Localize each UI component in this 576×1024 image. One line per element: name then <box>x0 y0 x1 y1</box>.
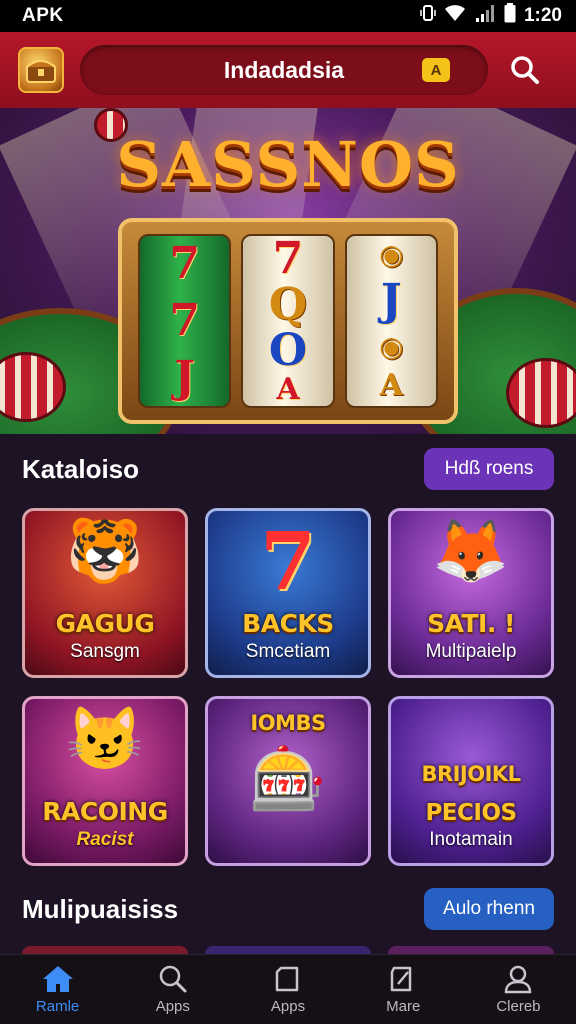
reel-2: 7 Q O A <box>241 233 335 408</box>
title-bar[interactable]: Indadadsia A <box>80 45 488 95</box>
reel-symbol: Q <box>268 279 308 330</box>
reel-symbol: J <box>174 351 196 403</box>
section-title: Kataloiso <box>22 453 140 484</box>
app-header: Indadadsia A <box>0 32 576 108</box>
game-subtitle: Multipaielp <box>425 641 517 662</box>
reel-symbol: 7 <box>169 238 200 290</box>
game-card[interactable]: IOMBS 🎰 <box>205 696 371 866</box>
game-title: SATI. ! <box>427 609 515 638</box>
game-title: GAGUG <box>55 609 155 638</box>
app-title: Indadadsia <box>223 56 345 83</box>
chip-stack-right <box>506 358 576 428</box>
reel-symbol: O <box>268 325 308 376</box>
battery-icon <box>504 3 516 29</box>
reel-symbol: J <box>380 275 402 326</box>
reel-3: ◉ J ◉ A <box>344 234 438 408</box>
nav-apps[interactable]: Apps <box>230 955 345 1024</box>
see-more-button[interactable]: Hdß roens <box>424 448 554 490</box>
nav-profile[interactable]: Clereb <box>461 955 576 1024</box>
status-icons: 1:20 <box>420 3 562 29</box>
header-badge[interactable]: A <box>422 58 450 82</box>
game-card[interactable]: 🦊 SATI. ! Multipaielp <box>388 508 554 678</box>
search-icon <box>159 965 187 993</box>
section-header-multi: Mulipuaisiss Aulo rhenn <box>0 884 576 934</box>
wifi-icon <box>444 4 466 28</box>
game-title: RACOING <box>42 797 168 826</box>
coin-symbol-icon: ◉ <box>379 330 404 363</box>
game-title: BACKS <box>242 609 334 638</box>
game-subtitle: Inotamain <box>429 829 513 850</box>
game-subtitle: Racist <box>76 829 134 850</box>
slot-machine: 7 7 J 7 Q O A ◉ J ◉ A <box>118 218 458 424</box>
game-title: IOMBS <box>250 711 326 735</box>
search-icon <box>511 56 539 84</box>
hero-title: SASSNOS <box>116 128 460 201</box>
status-carrier: APK <box>22 5 64 26</box>
lucky-seven-icon: 7 <box>260 514 316 608</box>
nav-label: Ramle <box>35 998 80 1015</box>
vibrate-icon <box>420 4 436 28</box>
game-grid: 🐯 GAGUG Sansgm 7 BACKS Smcetiam 🦊 SATI. … <box>22 508 554 866</box>
fox-icon: 🦊 <box>432 517 510 586</box>
reel-symbol: A <box>379 368 403 403</box>
status-time: 1:20 <box>523 5 562 26</box>
game-banner-title: BRIJOIKL <box>421 762 521 786</box>
tiger-icon: 🐯 <box>66 517 144 586</box>
game-card[interactable]: 7 BACKS Smcetiam <box>205 508 371 678</box>
nav-label: Apps <box>155 998 190 1015</box>
game-subtitle: Sansgm <box>70 641 140 662</box>
treasure-logo-icon[interactable] <box>18 47 64 93</box>
home-icon <box>42 966 73 992</box>
nav-more[interactable]: Mare <box>346 955 461 1024</box>
game-card[interactable]: 🐯 GAGUG Sansgm <box>22 508 188 678</box>
game-card[interactable]: BRIJOIKL PECIOS Inotamain <box>388 696 554 866</box>
coin-symbol-icon: ◉ <box>379 238 404 271</box>
status-bar: APK 1:20 <box>0 0 576 32</box>
search-button[interactable] <box>508 53 542 87</box>
game-title: PECIOS <box>425 800 517 826</box>
game-subtitle: Smcetiam <box>245 641 331 662</box>
nav-label: Clereb <box>496 998 541 1015</box>
nav-home[interactable]: Ramle <box>0 955 115 1024</box>
reel-symbol: 7 <box>272 233 304 284</box>
see-all-button[interactable]: Aulo rhenn <box>424 888 554 930</box>
cat-icon: 😼 <box>66 705 144 774</box>
section-title: Mulipuaisiss <box>22 893 179 924</box>
reel-symbol: 7 <box>169 294 200 346</box>
nav-label: Mare <box>386 998 421 1015</box>
game-card[interactable]: 😼 RACOING Racist <box>22 696 188 866</box>
nav-search[interactable]: Apps <box>115 955 230 1024</box>
profile-icon <box>505 965 532 994</box>
bottom-nav: Ramle Apps Apps Mare Clereb <box>0 954 576 1024</box>
hero-banner[interactable]: SASSNOS 7 7 J 7 Q O A ◉ J ◉ A <box>0 108 576 434</box>
reel-symbol: A <box>276 372 300 407</box>
square-icon <box>275 966 299 992</box>
signal-icon <box>474 4 496 28</box>
section-header-catalog: Kataloiso Hdß roens <box>0 444 576 494</box>
reel-1: 7 7 J <box>138 234 232 408</box>
nav-label: Apps <box>270 998 306 1015</box>
slot-machine-icon: 🎰 <box>249 745 327 814</box>
edit-icon <box>390 966 412 992</box>
